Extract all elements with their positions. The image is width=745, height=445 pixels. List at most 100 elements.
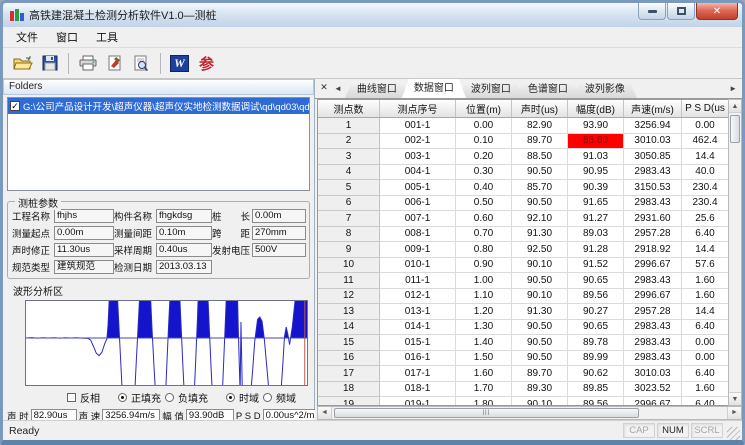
table-cell[interactable]: 0.60	[456, 211, 512, 227]
table-cell[interactable]: 2983.43	[624, 273, 682, 289]
table-cell[interactable]: 0.70	[456, 227, 512, 243]
table-cell[interactable]: 91.03	[568, 149, 624, 165]
table-cell[interactable]: 14.4	[682, 242, 728, 258]
waveform-chart[interactable]	[25, 300, 308, 386]
table-cell[interactable]: 89.03	[568, 227, 624, 243]
table-cell[interactable]: 89.70	[512, 134, 568, 150]
table-cell[interactable]: 92.10	[512, 211, 568, 227]
time-domain-radio[interactable]	[226, 393, 235, 402]
table-cell[interactable]: 90.10	[512, 258, 568, 274]
table-cell[interactable]: 90.95	[568, 165, 624, 181]
param-field-10[interactable]: 2013.03.13	[156, 260, 212, 274]
table-cell[interactable]: 25.6	[682, 211, 728, 227]
table-cell[interactable]: 013-1	[380, 304, 456, 320]
table-cell[interactable]: 001-1	[380, 118, 456, 134]
param-field-7[interactable]: 0.40us	[156, 243, 212, 257]
table-cell[interactable]: 2996.67	[624, 289, 682, 305]
table-cell[interactable]: 008-1	[380, 227, 456, 243]
column-header-0[interactable]: 测点数	[318, 100, 380, 117]
table-cell[interactable]: 3050.85	[624, 149, 682, 165]
table-cell[interactable]: 3010.03	[624, 366, 682, 382]
table-cell[interactable]: 3256.94	[624, 118, 682, 134]
table-cell[interactable]: 40.0	[682, 165, 728, 181]
table-cell[interactable]: 90.27	[568, 304, 624, 320]
table-cell[interactable]: 86.80	[568, 134, 624, 150]
param-field-0[interactable]: fhjhs	[54, 209, 114, 223]
table-cell[interactable]: 14.4	[682, 304, 728, 320]
param-field-8[interactable]: 500V	[252, 243, 306, 257]
tab-scroll-left-button[interactable]: ◄	[334, 84, 342, 93]
table-cell[interactable]: 3150.53	[624, 180, 682, 196]
table-cell[interactable]: 90.50	[512, 320, 568, 336]
table-cell[interactable]: 2983.43	[624, 196, 682, 212]
table-cell[interactable]: 82.90	[512, 118, 568, 134]
minimize-button[interactable]	[638, 3, 666, 20]
param-field-2[interactable]: 0.00m	[252, 209, 306, 223]
table-cell[interactable]: 91.65	[568, 196, 624, 212]
table-cell[interactable]: 0.00	[682, 118, 728, 134]
table-cell[interactable]: 1.10	[456, 289, 512, 305]
row-number-cell[interactable]: 12	[318, 289, 380, 305]
table-cell[interactable]: 90.50	[512, 351, 568, 367]
vertical-scroll-thumb[interactable]	[730, 115, 740, 143]
table-cell[interactable]: 018-1	[380, 382, 456, 398]
table-cell[interactable]: 0.20	[456, 149, 512, 165]
row-number-cell[interactable]: 7	[318, 211, 380, 227]
scroll-up-button[interactable]: ▲	[729, 100, 741, 113]
row-number-cell[interactable]: 9	[318, 242, 380, 258]
tab-3[interactable]: 色谱窗口	[516, 81, 580, 98]
table-cell[interactable]: 006-1	[380, 196, 456, 212]
invert-checkbox[interactable]	[67, 393, 76, 402]
row-number-cell[interactable]: 18	[318, 382, 380, 398]
negative-fill-radio[interactable]	[165, 393, 174, 402]
row-number-cell[interactable]: 15	[318, 335, 380, 351]
param-field-3[interactable]: 0.00m	[54, 226, 114, 240]
table-cell[interactable]: 2983.43	[624, 351, 682, 367]
tab-1[interactable]: 数据窗口	[402, 79, 466, 98]
table-cell[interactable]: 90.65	[568, 320, 624, 336]
open-button[interactable]	[9, 51, 36, 76]
table-cell[interactable]: 2983.43	[624, 320, 682, 336]
table-cell[interactable]: 0.30	[456, 165, 512, 181]
table-cell[interactable]: 90.10	[512, 289, 568, 305]
table-cell[interactable]: 0.80	[456, 242, 512, 258]
param-field-6[interactable]: 11.30us	[54, 243, 114, 257]
row-number-cell[interactable]: 10	[318, 258, 380, 274]
row-number-cell[interactable]: 1	[318, 118, 380, 134]
scroll-left-button[interactable]: ◄	[318, 407, 332, 419]
table-cell[interactable]: 0.00	[456, 118, 512, 134]
table-cell[interactable]: 462.4	[682, 134, 728, 150]
table-cell[interactable]: 91.52	[568, 258, 624, 274]
table-cell[interactable]: 004-1	[380, 165, 456, 181]
pane-close-button[interactable]: ✕	[317, 81, 331, 94]
table-cell[interactable]: 14.4	[682, 149, 728, 165]
print-setup-button[interactable]	[101, 51, 128, 76]
menu-item-tools[interactable]: 工具	[87, 27, 127, 47]
table-cell[interactable]: 6.40	[682, 320, 728, 336]
table-cell[interactable]: 017-1	[380, 366, 456, 382]
horizontal-scrollbar[interactable]: ◄ lll ►	[317, 406, 742, 420]
column-header-1[interactable]: 测点序号	[380, 100, 456, 117]
tab-scroll-right-button[interactable]: ►	[729, 84, 737, 93]
table-cell[interactable]: 2983.43	[624, 165, 682, 181]
row-number-cell[interactable]: 3	[318, 149, 380, 165]
table-cell[interactable]: 3010.03	[624, 134, 682, 150]
table-cell[interactable]: 2957.28	[624, 304, 682, 320]
resize-grip[interactable]	[727, 427, 740, 440]
menu-item-window[interactable]: 窗口	[47, 27, 87, 47]
table-cell[interactable]: 007-1	[380, 211, 456, 227]
table-cell[interactable]: 1.80	[456, 397, 512, 405]
folder-list-item[interactable]: ✓ G:\公司产品设计开发\超声仪器\超声仪实地检测数据调试\qd\qd03\q…	[8, 98, 309, 114]
row-number-cell[interactable]: 11	[318, 273, 380, 289]
table-cell[interactable]: 89.30	[512, 382, 568, 398]
row-number-cell[interactable]: 4	[318, 165, 380, 181]
save-button[interactable]	[36, 51, 63, 76]
row-number-cell[interactable]: 8	[318, 227, 380, 243]
table-cell[interactable]: 010-1	[380, 258, 456, 274]
table-cell[interactable]: 90.10	[512, 397, 568, 405]
export-word-button[interactable]: W	[166, 51, 193, 76]
table-cell[interactable]: 2957.28	[624, 227, 682, 243]
table-cell[interactable]: 90.50	[512, 196, 568, 212]
row-number-cell[interactable]: 13	[318, 304, 380, 320]
table-cell[interactable]: 002-1	[380, 134, 456, 150]
